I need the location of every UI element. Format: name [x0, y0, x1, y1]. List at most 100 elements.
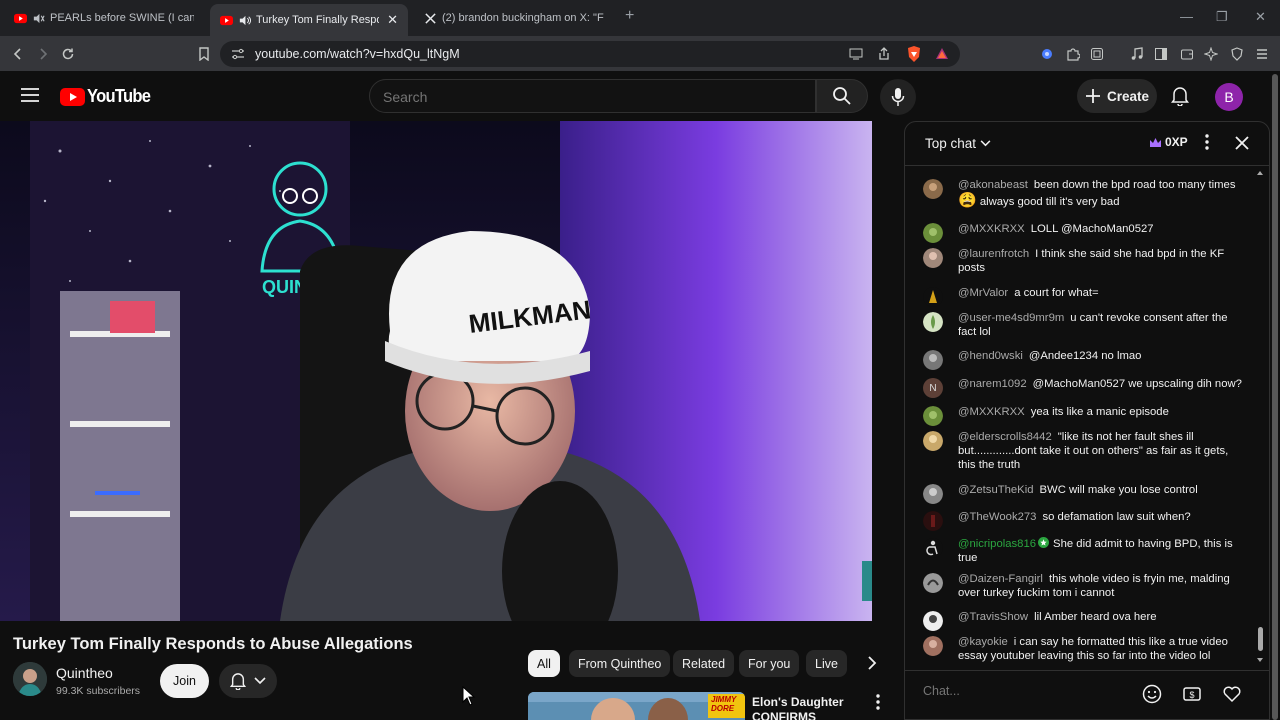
channel-name[interactable]: Quintheo [56, 665, 113, 681]
user-avatar[interactable] [923, 538, 943, 558]
user-avatar[interactable] [923, 636, 943, 656]
menu-icon[interactable] [1252, 44, 1272, 64]
youtube-logo[interactable]: YouTube [60, 86, 156, 107]
chip-for-you[interactable]: For you [739, 650, 800, 677]
close-tab-icon[interactable]: ✕ [387, 12, 398, 28]
address-bar[interactable]: youtube.com/watch?v=hxdQu_ltNgM [220, 41, 960, 67]
chat-message: @TravisShow lil Amber heard ova here [923, 610, 1245, 631]
share-icon[interactable] [874, 44, 894, 64]
message-author[interactable]: @MXXKRXX [958, 223, 1025, 235]
tab-title: (2) brandon buckingham on X: "For t [442, 12, 604, 24]
join-button[interactable]: Join [160, 664, 209, 698]
close-chat-icon[interactable] [1233, 134, 1253, 154]
recommended-title[interactable]: Elon's Daughter CONFIRMS Epstein [752, 695, 862, 720]
close-window-icon[interactable]: ✕ [1255, 9, 1266, 25]
sidebar-icon[interactable] [1151, 44, 1171, 64]
subscription-bell-button[interactable] [219, 664, 277, 698]
create-button[interactable]: Create [1077, 79, 1157, 113]
browser-tab[interactable]: PEARLs before SWINE (I can't bel [4, 4, 204, 32]
user-avatar[interactable] [923, 406, 943, 426]
back-icon[interactable] [8, 44, 28, 64]
new-tab-icon[interactable]: + [625, 7, 634, 25]
user-avatar[interactable] [923, 431, 943, 451]
chat-messages[interactable]: @akonabeast been down the bpd road too ma… [905, 167, 1269, 667]
message-author[interactable]: @hend0wski [958, 350, 1023, 362]
message-author[interactable]: @laurenfrotch [958, 248, 1029, 260]
search-button[interactable] [816, 79, 868, 113]
chip-related[interactable]: Related [673, 650, 735, 677]
hamburger-menu-icon[interactable] [20, 86, 40, 109]
speaker-icon[interactable] [32, 12, 45, 25]
user-avatar[interactable] [923, 573, 943, 593]
browser-tab-active[interactable]: Turkey Tom Finally Responds ✕ [210, 4, 408, 36]
chip-all[interactable]: All [528, 650, 560, 677]
notifications-bell-icon[interactable] [1171, 86, 1189, 111]
chat-mode-dropdown[interactable]: Top chat [925, 136, 991, 151]
message-author[interactable]: @narem1092 [958, 378, 1027, 390]
account-avatar[interactable]: B [1215, 83, 1243, 111]
chat-input[interactable] [923, 684, 1123, 698]
message-author[interactable]: @MXXKRXX [958, 406, 1025, 418]
voice-search-button[interactable] [880, 79, 916, 115]
user-avatar[interactable] [923, 223, 943, 243]
emoji-picker-icon[interactable] [1142, 684, 1162, 704]
user-avatar[interactable] [923, 350, 943, 370]
vpn-shield-icon[interactable] [1227, 44, 1247, 64]
search-box[interactable] [369, 79, 816, 113]
heart-icon[interactable] [1222, 684, 1242, 704]
message-author[interactable]: @MrValor [958, 287, 1008, 299]
user-avatar[interactable] [923, 312, 943, 332]
thumbnail-badge: JIMMY DORE [711, 695, 737, 713]
message-author[interactable]: @ZetsuTheKid [958, 484, 1034, 496]
channel-avatar[interactable] [13, 662, 47, 696]
super-chat-icon[interactable]: $ [1182, 684, 1202, 704]
user-avatar[interactable] [923, 248, 943, 268]
message-author[interactable]: @elderscrolls8442 [958, 431, 1052, 443]
message-author[interactable]: @TheWook273 [958, 511, 1036, 523]
brave-shield-icon[interactable] [904, 44, 924, 64]
chip-live[interactable]: Live [806, 650, 847, 677]
forward-icon[interactable] [33, 44, 53, 64]
xp-badge[interactable]: 0XP [1149, 135, 1188, 149]
member-badge-icon [1038, 537, 1050, 548]
chat-scrollbar[interactable] [1256, 170, 1264, 665]
page-scrollbar-thumb[interactable] [1272, 74, 1278, 720]
message-author[interactable]: @Daizen-Fangirl [958, 573, 1043, 585]
brave-rewards-icon[interactable] [932, 44, 952, 64]
message-text: been down the bpd road too many times [1033, 179, 1236, 191]
media-music-icon[interactable] [1127, 44, 1147, 64]
recommended-thumbnail[interactable]: JIMMY DORE [528, 692, 745, 720]
bookmark-icon[interactable] [194, 44, 214, 64]
site-settings-icon[interactable] [228, 44, 248, 64]
wallet-icon[interactable] [1087, 44, 1107, 64]
user-avatar[interactable] [923, 179, 943, 199]
leo-ai-icon[interactable] [1201, 44, 1221, 64]
speaker-icon[interactable] [238, 14, 251, 27]
chip-from-channel[interactable]: From Quintheo [569, 650, 671, 677]
user-avatar[interactable] [923, 511, 943, 531]
chat-scrollbar-thumb[interactable] [1258, 627, 1263, 651]
cast-icon[interactable] [846, 44, 866, 64]
minimize-icon[interactable]: — [1180, 9, 1193, 24]
chat-more-options-icon[interactable] [1205, 134, 1217, 154]
video-player[interactable]: QUIN MILKMAN [0, 121, 872, 621]
restore-icon[interactable]: ❐ [1216, 9, 1228, 25]
search-input[interactable] [383, 89, 783, 105]
message-author[interactable]: @user-me4sd9mr9m [958, 312, 1064, 324]
message-author[interactable]: @kayokie [958, 636, 1008, 648]
message-author[interactable]: @akonabeast [958, 179, 1028, 191]
message-author[interactable]: @TravisShow [958, 611, 1028, 623]
user-avatar[interactable]: N [923, 378, 943, 398]
user-avatar[interactable] [923, 287, 943, 307]
user-avatar[interactable] [923, 484, 943, 504]
video-title: Turkey Tom Finally Responds to Abuse All… [13, 635, 413, 653]
reload-icon[interactable] [58, 44, 78, 64]
chips-next-button[interactable] [862, 652, 882, 674]
user-avatar[interactable] [923, 611, 943, 631]
extension-blue-icon[interactable] [1037, 44, 1057, 64]
more-options-icon[interactable] [876, 694, 890, 714]
wallet-card-icon[interactable] [1177, 44, 1197, 64]
browser-tab[interactable]: (2) brandon buckingham on X: "For t [414, 4, 614, 32]
message-author[interactable]: @nicripolas816 [958, 538, 1036, 550]
extensions-puzzle-icon[interactable] [1063, 44, 1083, 64]
